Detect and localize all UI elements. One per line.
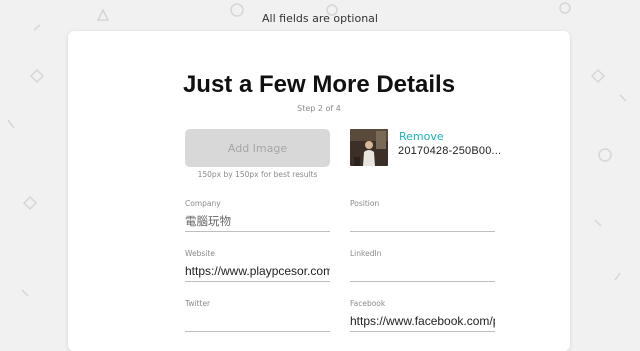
company-field: Company 電腦玩物 xyxy=(185,199,330,232)
linkedin-input[interactable] xyxy=(350,261,495,282)
website-field: Website https://www.playpcesor.com/ xyxy=(185,249,330,282)
twitter-label: Twitter xyxy=(185,299,211,308)
add-image-button[interactable]: Add Image xyxy=(185,129,330,167)
linkedin-field: LinkedIn xyxy=(350,249,495,282)
website-input[interactable]: https://www.playpcesor.com/ xyxy=(185,261,330,282)
company-label: Company xyxy=(185,199,221,208)
twitter-field: Twitter xyxy=(185,299,330,332)
page-title: Just a Few More Details xyxy=(182,71,456,98)
facebook-label: Facebook xyxy=(350,299,386,308)
position-label: Position xyxy=(350,199,380,208)
image-filename: 20170428-250B00... xyxy=(398,145,502,157)
position-input[interactable] xyxy=(350,211,495,232)
facebook-field: Facebook https://www.facebook.com/pl xyxy=(350,299,495,332)
optional-fields-note: All fields are optional xyxy=(262,12,378,25)
facebook-input[interactable]: https://www.facebook.com/pl xyxy=(350,311,495,332)
linkedin-label: LinkedIn xyxy=(350,249,382,258)
company-input[interactable]: 電腦玩物 xyxy=(185,211,330,232)
image-size-hint: 150px by 150px for best results xyxy=(197,170,318,179)
step-indicator: Step 2 of 4 xyxy=(297,104,341,113)
profile-image-thumbnail xyxy=(350,129,388,166)
twitter-input[interactable] xyxy=(185,311,330,332)
remove-image-link[interactable]: Remove xyxy=(399,130,444,143)
website-label: Website xyxy=(185,249,215,258)
details-card: Just a Few More Details Step 2 of 4 Add … xyxy=(68,31,570,351)
position-field: Position xyxy=(350,199,495,232)
